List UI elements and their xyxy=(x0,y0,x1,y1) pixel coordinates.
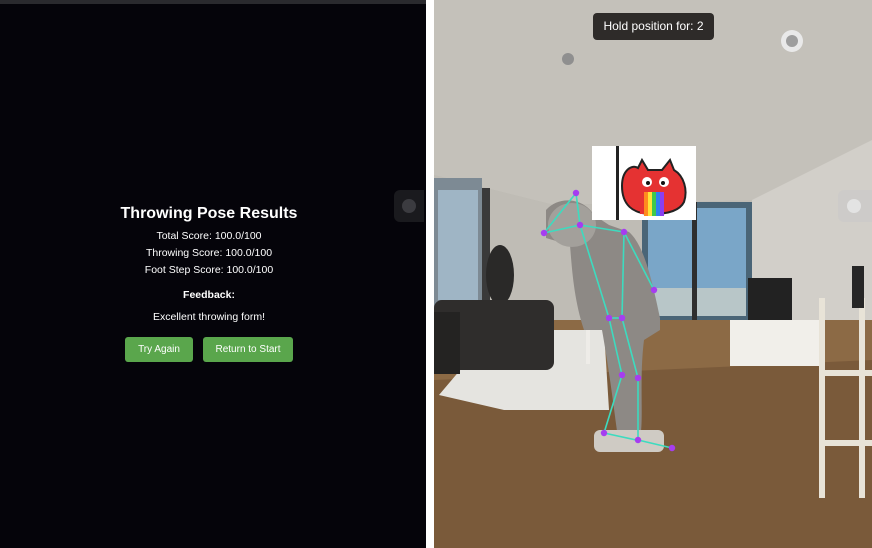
hold-position-badge: Hold position for: 2 xyxy=(593,13,714,40)
results-content: Throwing Pose Results Total Score: 100.0… xyxy=(0,200,418,362)
try-again-button[interactable]: Try Again xyxy=(125,337,193,362)
circle-handle-icon xyxy=(847,199,861,213)
results-panel: Throwing Pose Results Total Score: 100.0… xyxy=(0,0,426,548)
results-buttons: Try Again Return to Start xyxy=(0,337,418,362)
sticker-graphic xyxy=(592,146,696,220)
total-score: Total Score: 100.0/100 xyxy=(156,230,262,242)
red-monster-rainbow-sticker xyxy=(592,146,696,220)
camera-side-handle-button[interactable] xyxy=(838,190,872,222)
panel-divider xyxy=(426,0,434,548)
results-title: Throwing Pose Results xyxy=(120,205,298,222)
return-to-start-button[interactable]: Return to Start xyxy=(203,337,293,362)
panel-top-bar xyxy=(0,0,426,4)
throwing-score: Throwing Score: 100.0/100 xyxy=(145,247,273,259)
feedback-title: Feedback: xyxy=(183,289,235,301)
footstep-score: Foot Step Score: 100.0/100 xyxy=(144,264,274,276)
camera-scene xyxy=(434,0,872,548)
camera-feed: Hold position for: 2 xyxy=(434,0,872,548)
feedback-text: Excellent throwing form! xyxy=(152,311,266,323)
